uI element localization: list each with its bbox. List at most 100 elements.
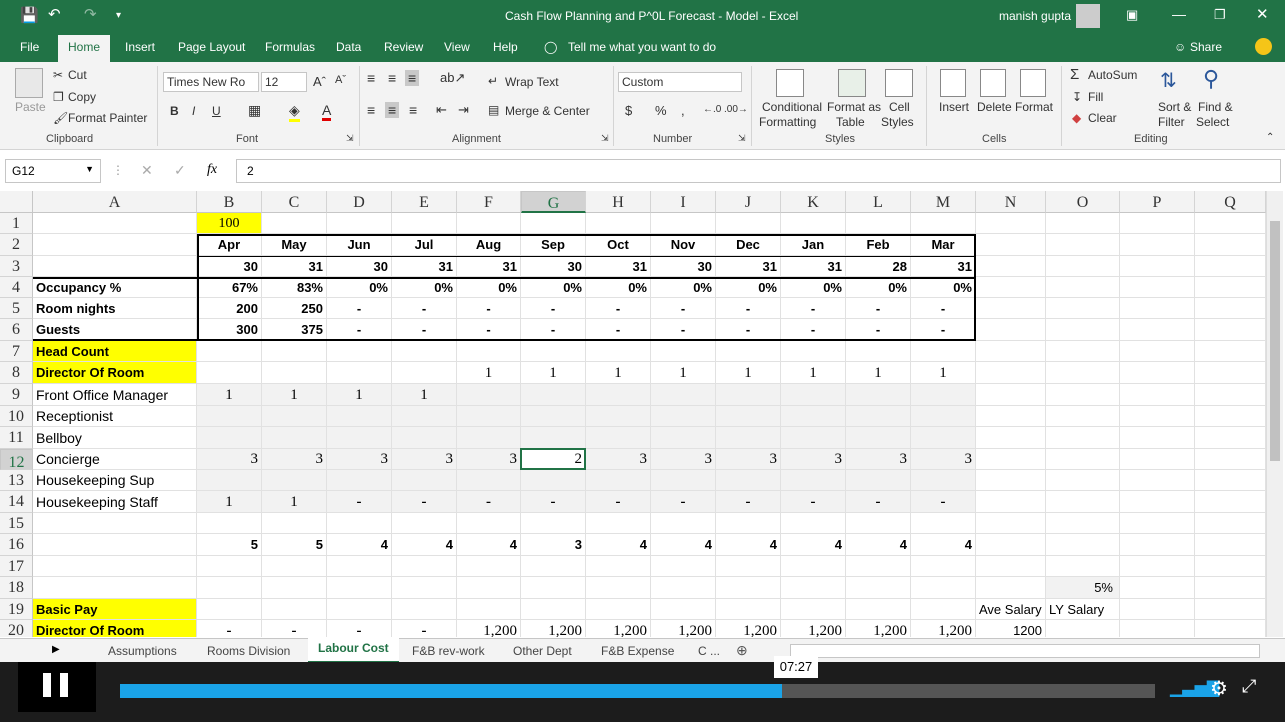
cell-q13[interactable] <box>1195 470 1266 491</box>
cell-g12[interactable]: 2 <box>521 449 586 470</box>
cell-c3[interactable]: 31 <box>262 256 327 277</box>
cell-e15[interactable] <box>392 513 457 534</box>
cell-i18[interactable] <box>651 577 716 599</box>
cell-q17[interactable] <box>1195 556 1266 577</box>
cell-a12[interactable]: Concierge <box>33 449 197 470</box>
cell-m7[interactable] <box>911 341 976 362</box>
cell-h19[interactable] <box>586 599 651 620</box>
customize-qat-icon[interactable]: ▾ <box>116 10 121 21</box>
cell-f8[interactable]: 1 <box>457 362 521 384</box>
cell-k15[interactable] <box>781 513 846 534</box>
cell-m16[interactable]: 4 <box>911 534 976 556</box>
share-button[interactable]: Share <box>1190 40 1222 54</box>
format-painter-button[interactable]: Format Painter <box>68 111 147 125</box>
cell-f7[interactable] <box>457 341 521 362</box>
row-header-19[interactable]: 19 <box>0 599 33 620</box>
cell-j15[interactable] <box>716 513 781 534</box>
cell-p1[interactable] <box>1120 213 1195 234</box>
cell-o8[interactable] <box>1046 362 1120 384</box>
cell-c14[interactable]: 1 <box>262 491 327 513</box>
sheet-tab-assumptions[interactable]: Assumptions <box>108 641 177 663</box>
cell-g15[interactable] <box>521 513 586 534</box>
cell-g9[interactable] <box>521 384 586 406</box>
cell-m3[interactable]: 31 <box>911 256 976 277</box>
cell-k14[interactable]: - <box>781 491 846 513</box>
cell-f16[interactable]: 4 <box>457 534 521 556</box>
cell-e19[interactable] <box>392 599 457 620</box>
cell-c20[interactable]: - <box>262 620 327 637</box>
cell-g17[interactable] <box>521 556 586 577</box>
cell-i8[interactable]: 1 <box>651 362 716 384</box>
column-header-q[interactable]: Q <box>1195 191 1266 213</box>
comma-button[interactable]: , <box>681 103 685 118</box>
chevron-down-icon[interactable]: ▼ <box>85 164 94 174</box>
cell-g10[interactable] <box>521 406 586 427</box>
cell-m6[interactable]: - <box>911 319 976 341</box>
format-cells-icon[interactable] <box>1020 69 1046 97</box>
cell-d10[interactable] <box>327 406 392 427</box>
cell-c17[interactable] <box>262 556 327 577</box>
cell-n14[interactable] <box>976 491 1046 513</box>
cell-a2[interactable] <box>33 234 197 256</box>
cell-k10[interactable] <box>781 406 846 427</box>
cell-e9[interactable]: 1 <box>392 384 457 406</box>
cell-j11[interactable] <box>716 427 781 449</box>
cell-d4[interactable]: 0% <box>327 277 392 298</box>
cell-d1[interactable] <box>327 213 392 234</box>
cell-q4[interactable] <box>1195 277 1266 298</box>
cell-d19[interactable] <box>327 599 392 620</box>
cell-c9[interactable]: 1 <box>262 384 327 406</box>
cell-b12[interactable]: 3 <box>197 449 262 470</box>
cell-q16[interactable] <box>1195 534 1266 556</box>
merge-center-button[interactable]: Merge & Center <box>505 104 590 118</box>
cell-p6[interactable] <box>1120 319 1195 341</box>
cell-o2[interactable] <box>1046 234 1120 256</box>
decrease-indent-icon[interactable]: ⇤ <box>436 102 447 118</box>
scrollbar-thumb[interactable] <box>1270 221 1280 461</box>
cell-h16[interactable]: 4 <box>586 534 651 556</box>
cell-i6[interactable]: - <box>651 319 716 341</box>
cell-n10[interactable] <box>976 406 1046 427</box>
sheet-nav-next-icon[interactable]: ▶ <box>52 644 60 655</box>
undo-icon[interactable]: ↶ <box>48 5 61 23</box>
cell-c7[interactable] <box>262 341 327 362</box>
cell-q14[interactable] <box>1195 491 1266 513</box>
tab-page-layout[interactable]: Page Layout <box>178 40 245 54</box>
cell-o16[interactable] <box>1046 534 1120 556</box>
cell-k6[interactable]: - <box>781 319 846 341</box>
delete-cells-icon[interactable] <box>980 69 1006 97</box>
cell-h15[interactable] <box>586 513 651 534</box>
cell-k8[interactable]: 1 <box>781 362 846 384</box>
cell-k12[interactable]: 3 <box>781 449 846 470</box>
cell-styles-label-2[interactable]: Styles <box>881 115 914 129</box>
cell-c19[interactable] <box>262 599 327 620</box>
cell-m20[interactable]: 1,200 <box>911 620 976 637</box>
cell-a8[interactable]: Director Of Room <box>33 362 197 384</box>
column-header-a[interactable]: A <box>33 191 197 213</box>
cell-o5[interactable] <box>1046 298 1120 319</box>
conditional-formatting-icon[interactable] <box>776 69 804 97</box>
format-as-table-label-1[interactable]: Format as <box>827 100 881 114</box>
cell-e6[interactable]: - <box>392 319 457 341</box>
tab-view[interactable]: View <box>444 40 470 54</box>
cell-h3[interactable]: 31 <box>586 256 651 277</box>
cell-b10[interactable] <box>197 406 262 427</box>
cell-j14[interactable]: - <box>716 491 781 513</box>
user-name[interactable]: manish gupta <box>999 9 1071 23</box>
cell-g1[interactable] <box>521 213 586 234</box>
tab-file[interactable]: File <box>20 40 39 54</box>
cell-h7[interactable] <box>586 341 651 362</box>
cell-i1[interactable] <box>651 213 716 234</box>
cell-o14[interactable] <box>1046 491 1120 513</box>
cell-e11[interactable] <box>392 427 457 449</box>
cell-l8[interactable]: 1 <box>846 362 911 384</box>
cell-n4[interactable] <box>976 277 1046 298</box>
insert-cells-icon[interactable] <box>940 69 966 97</box>
cell-h6[interactable]: - <box>586 319 651 341</box>
row-header-15[interactable]: 15 <box>0 513 33 534</box>
cell-g14[interactable]: - <box>521 491 586 513</box>
cell-i9[interactable] <box>651 384 716 406</box>
cell-d11[interactable] <box>327 427 392 449</box>
format-as-table-label-2[interactable]: Table <box>836 115 865 129</box>
cell-f18[interactable] <box>457 577 521 599</box>
